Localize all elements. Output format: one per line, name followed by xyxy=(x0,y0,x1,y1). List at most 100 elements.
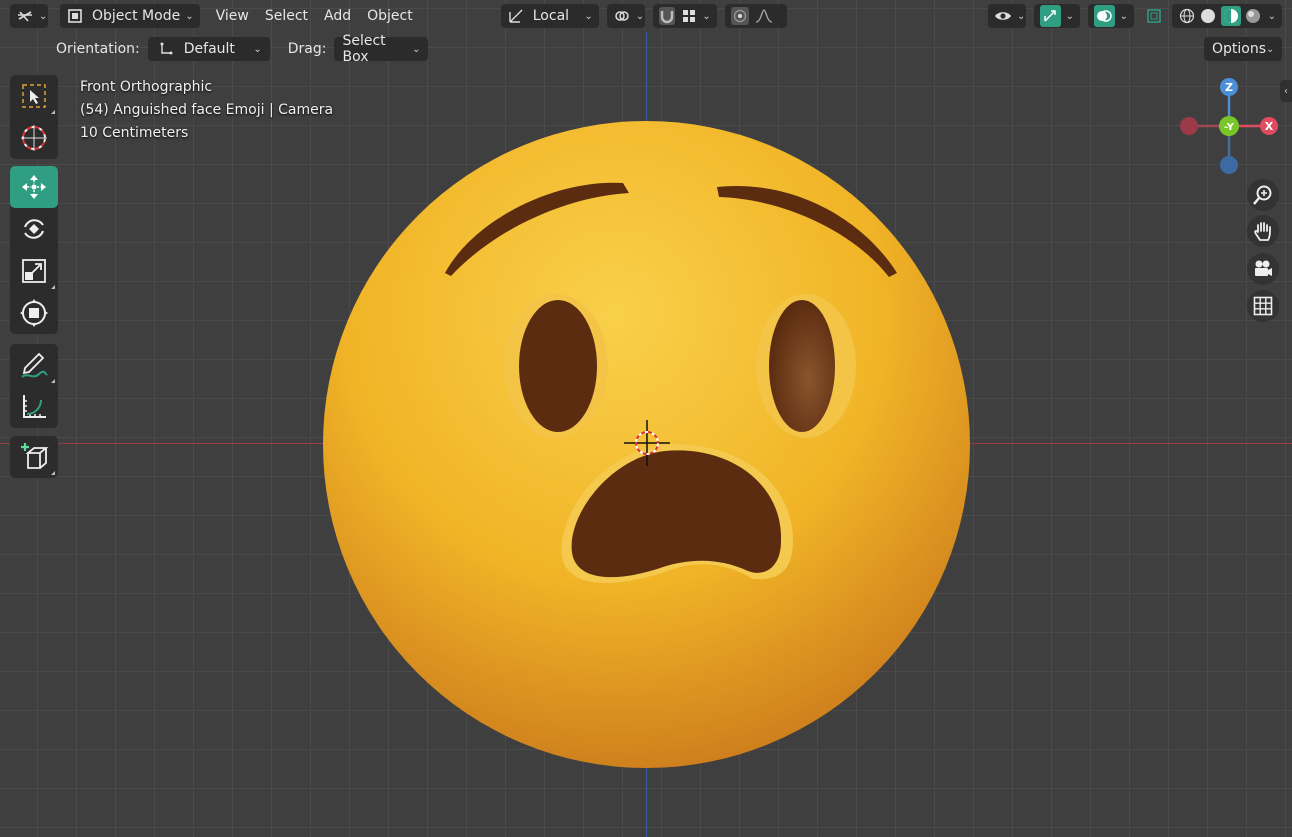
viewport-info-overlay: Front Orthographic (54) Anguished face E… xyxy=(80,76,333,145)
move-icon xyxy=(22,175,46,199)
toolbar-group-select xyxy=(10,75,58,159)
chevron-down-icon: ⌄ xyxy=(39,10,48,22)
link-icon xyxy=(613,7,631,25)
hand-icon xyxy=(1254,222,1271,241)
rendered-shading-icon[interactable] xyxy=(1244,7,1262,25)
editor-type-button[interactable]: ⌄ xyxy=(10,4,48,28)
orientation-label: Local xyxy=(532,8,570,24)
visibility-dropdown[interactable]: ⌄ xyxy=(988,4,1026,28)
tool-settings-bar: Orientation: Default ⌄ Drag: Select Box … xyxy=(0,33,1292,65)
tool-transform[interactable] xyxy=(10,292,58,334)
gizmo-x-label: X xyxy=(1265,120,1274,133)
toolbar-group-transform xyxy=(10,166,58,334)
viewport-header: ⌄ Object Mode ⌄ View Select Add Object L… xyxy=(0,0,1292,32)
toolbar-group-add xyxy=(10,436,58,478)
tool-rotate[interactable] xyxy=(10,208,58,250)
select-box-icon xyxy=(22,84,46,108)
add-cube-icon xyxy=(21,443,49,469)
chevron-down-icon: ⌄ xyxy=(702,10,711,22)
measure-ruler-icon xyxy=(23,395,46,418)
editor-type-icon xyxy=(16,7,34,25)
camera-icon xyxy=(1255,260,1272,276)
transform-orientation-icon xyxy=(156,40,174,58)
chevron-down-icon: ⌄ xyxy=(185,10,194,22)
snap-grid-icon[interactable] xyxy=(681,7,697,25)
proportional-edit-icon[interactable] xyxy=(730,7,749,25)
tool-add-cube[interactable] xyxy=(10,436,58,478)
overlays-icon xyxy=(1094,5,1115,27)
orientation-icon xyxy=(507,7,525,25)
transform-icon xyxy=(20,299,48,327)
pivot-point-button[interactable]: ⌄ xyxy=(606,4,645,28)
menu-select[interactable]: Select xyxy=(257,4,316,28)
wireframe-shading-icon[interactable] xyxy=(1178,7,1196,25)
chevron-down-icon: ⌄ xyxy=(1065,10,1074,22)
tool-measure[interactable] xyxy=(10,386,58,428)
mode-selector[interactable]: Object Mode ⌄ xyxy=(60,4,200,28)
cursor-icon xyxy=(21,125,47,151)
tool-cursor[interactable] xyxy=(10,117,58,159)
xray-icon xyxy=(1146,7,1162,25)
gizmo-icon xyxy=(1040,5,1061,27)
zoom-icon xyxy=(1253,185,1272,205)
drag-value: Select Box xyxy=(342,33,386,65)
orientation-dropdown[interactable]: Default ⌄ xyxy=(147,37,270,61)
grid-scale: 10 Centimeters xyxy=(80,125,189,141)
tool-move[interactable] xyxy=(10,166,58,208)
chevron-down-icon: ⌄ xyxy=(412,43,421,55)
snap-controls[interactable]: ⌄ xyxy=(652,4,717,28)
menu-object[interactable]: Object xyxy=(359,4,421,28)
sidebar-toggle[interactable]: ‹ xyxy=(1280,80,1292,102)
menu-add[interactable]: Add xyxy=(316,4,359,28)
chevron-down-icon: ⌄ xyxy=(253,43,262,55)
gizmo-toggle[interactable]: ⌄ xyxy=(1034,4,1080,28)
chevron-down-icon: ⌄ xyxy=(1017,10,1026,22)
zoom-button[interactable] xyxy=(1247,179,1279,211)
view-name: Front Orthographic xyxy=(80,79,213,95)
orientation-label: Orientation: xyxy=(56,41,140,57)
3d-cursor-icon[interactable] xyxy=(624,420,670,466)
xray-toggle[interactable] xyxy=(1140,4,1166,28)
chevron-down-icon: ⌄ xyxy=(1267,10,1276,22)
chevron-down-icon: ⌄ xyxy=(1119,10,1128,22)
material-preview-shading-icon[interactable] xyxy=(1220,6,1241,26)
shading-mode-group[interactable]: ⌄ xyxy=(1172,4,1282,28)
falloff-curve-icon[interactable] xyxy=(755,7,773,25)
options-dropdown[interactable]: Options ⌄ xyxy=(1204,37,1282,61)
overlays-toggle[interactable]: ⌄ xyxy=(1088,4,1134,28)
proportional-editing-controls[interactable] xyxy=(724,4,787,28)
rotate-icon xyxy=(24,219,44,239)
menu-view[interactable]: View xyxy=(208,4,257,28)
camera-view-button[interactable] xyxy=(1247,253,1279,285)
gizmo-neg-x[interactable] xyxy=(1180,117,1198,135)
tool-select-box[interactable] xyxy=(10,75,58,117)
drag-dropdown[interactable]: Select Box ⌄ xyxy=(334,33,429,65)
left-eye xyxy=(519,300,597,432)
right-eye xyxy=(769,300,835,432)
chevron-down-icon: ⌄ xyxy=(1266,43,1275,55)
eye-icon xyxy=(994,7,1012,25)
chevron-down-icon: ⌄ xyxy=(635,10,645,22)
annotate-pencil-icon xyxy=(21,352,48,378)
tool-scale[interactable] xyxy=(10,250,58,292)
toolbar-group-annotate xyxy=(10,344,58,428)
mode-label: Object Mode xyxy=(92,8,181,24)
orientation-value: Default xyxy=(183,41,235,57)
solid-shading-icon[interactable] xyxy=(1199,7,1217,25)
chevron-down-icon: ⌄ xyxy=(584,10,593,22)
gizmo-z-label: Z xyxy=(1225,81,1233,94)
transform-orientation-selector[interactable]: Local ⌄ xyxy=(500,4,599,28)
scale-icon xyxy=(22,259,46,283)
tool-annotate[interactable] xyxy=(10,344,58,386)
drag-label: Drag: xyxy=(287,41,327,57)
gizmo-neg-z[interactable] xyxy=(1220,156,1238,174)
object-mode-icon xyxy=(66,7,84,25)
perspective-toggle-button[interactable] xyxy=(1247,290,1279,322)
magnet-icon[interactable] xyxy=(658,7,676,25)
chevron-left-icon: ‹ xyxy=(1284,85,1288,97)
pan-button[interactable] xyxy=(1247,215,1279,247)
navigation-gizmo[interactable]: Z X -Y xyxy=(1180,78,1280,178)
gizmo-y-label: -Y xyxy=(1224,122,1235,133)
object-info: (54) Anguished face Emoji | Camera xyxy=(80,102,334,118)
options-label: Options xyxy=(1212,41,1267,57)
